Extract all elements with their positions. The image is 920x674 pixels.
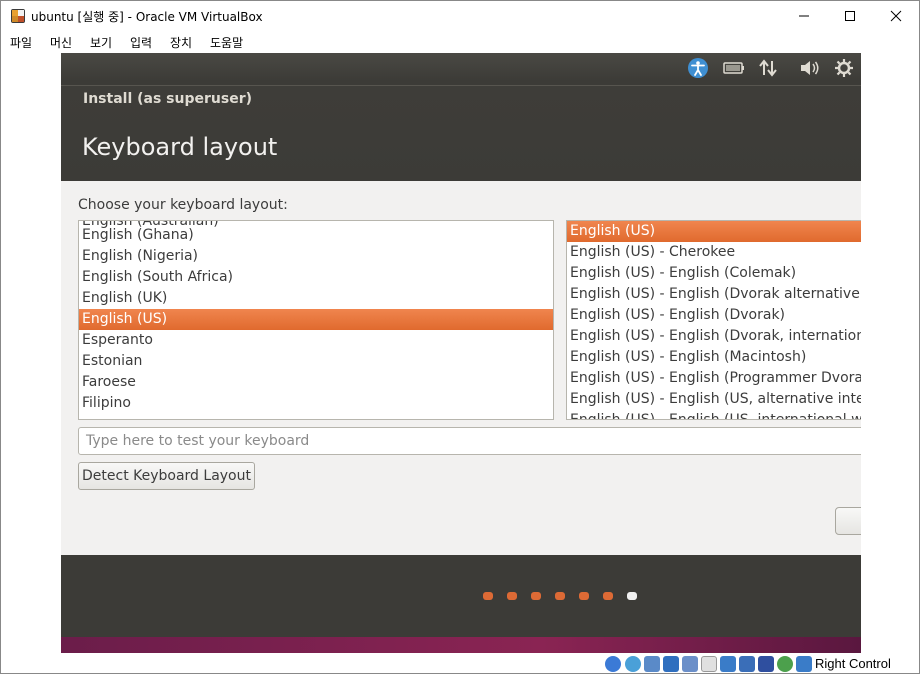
page-title: Keyboard layout (82, 133, 278, 161)
variant-item[interactable]: English (US) - English (Programmer Dvora… (567, 368, 861, 389)
installer-window: Install (as superuser) Keyboard layout C… (61, 85, 861, 653)
variant-item[interactable]: English (US) - Cherokee (567, 242, 861, 263)
menu-file[interactable]: 파일 (10, 34, 32, 51)
list-item[interactable]: Filipino (79, 393, 553, 414)
host-key-icon[interactable] (796, 656, 812, 672)
status-bar: Right Control (1, 653, 919, 673)
display-icon[interactable] (720, 656, 736, 672)
volume-icon[interactable] (799, 57, 821, 79)
menu-input[interactable]: 입력 (130, 34, 152, 51)
list-item[interactable]: Esperanto (79, 330, 553, 351)
installer-header: Install (as superuser) Keyboard layout (61, 85, 861, 181)
menu-view[interactable]: 보기 (90, 34, 112, 51)
list-item[interactable]: English (South Africa) (79, 267, 553, 288)
shared-folders-icon[interactable] (701, 656, 717, 672)
list-item[interactable]: English (Nigeria) (79, 246, 553, 267)
list-item[interactable]: English (Ghana) (79, 225, 553, 246)
progress-dot (507, 592, 517, 600)
variant-item[interactable]: English (US) - English (Dvorak) (567, 305, 861, 326)
progress-dot (603, 592, 613, 600)
variant-item[interactable]: English (US) - English (US, alternative … (567, 389, 861, 410)
progress-dot-current (627, 592, 637, 600)
network-adapter-icon[interactable] (663, 656, 679, 672)
progress-dot (531, 592, 541, 600)
minimize-icon (799, 15, 809, 17)
minimize-button[interactable] (781, 1, 827, 31)
variant-item-selected[interactable]: English (US) (567, 221, 861, 242)
gear-icon[interactable] (833, 57, 855, 79)
recording-icon[interactable] (739, 656, 755, 672)
optical-drive-icon[interactable] (625, 656, 641, 672)
progress-dot (483, 592, 493, 600)
close-button[interactable] (873, 1, 919, 31)
mouse-integration-icon[interactable] (777, 656, 793, 672)
ubuntu-top-panel (61, 53, 861, 81)
installer-content: Choose your keyboard layout: English (Au… (61, 181, 861, 555)
continue-button[interactable] (835, 507, 861, 535)
list-item-selected[interactable]: English (US) (79, 309, 553, 330)
menu-devices[interactable]: 장치 (170, 34, 192, 51)
variant-item[interactable]: English (US) - English (Dvorak alternati… (567, 284, 861, 305)
guest-screen[interactable]: Install (as superuser) Keyboard layout C… (61, 53, 861, 653)
menu-bar: 파일 머신 보기 입력 장치 도움말 (1, 31, 919, 53)
installer-title: Install (as superuser) (83, 91, 252, 107)
desktop-background (61, 637, 861, 653)
keyboard-test-input[interactable]: Type here to test your keyboard (78, 427, 861, 455)
progress-dot (579, 592, 589, 600)
variant-item[interactable]: English (US) - English (Colemak) (567, 263, 861, 284)
variant-item[interactable]: English (US) - English (Dvorak, internat… (567, 326, 861, 347)
detect-keyboard-layout-button[interactable]: Detect Keyboard Layout (78, 462, 255, 490)
virtualbox-app-icon (10, 8, 26, 24)
virtualbox-window: ubuntu [실행 중] - Oracle VM VirtualBox 파일 … (0, 0, 920, 674)
title-bar: ubuntu [실행 중] - Oracle VM VirtualBox (1, 1, 919, 31)
host-key-label: Right Control (815, 656, 891, 671)
list-item[interactable]: Faroese (79, 372, 553, 393)
menu-help[interactable]: 도움말 (210, 34, 243, 51)
maximize-button[interactable] (827, 1, 873, 31)
usb-icon[interactable] (682, 656, 698, 672)
progress-dot (555, 592, 565, 600)
variant-item[interactable]: English (US) - English (Macintosh) (567, 347, 861, 368)
hard-disk-icon[interactable] (605, 656, 621, 672)
network-icon[interactable] (757, 57, 779, 79)
list-item[interactable]: English (UK) (79, 288, 553, 309)
maximize-icon (845, 11, 855, 21)
battery-icon[interactable] (723, 57, 745, 79)
close-icon (890, 10, 902, 22)
keyboard-variant-list[interactable]: English (US) English (US) - Cherokee Eng… (566, 220, 861, 420)
choose-layout-label: Choose your keyboard layout: (78, 197, 288, 213)
audio-icon[interactable] (644, 656, 660, 672)
virtualization-icon[interactable] (758, 656, 774, 672)
accessibility-icon[interactable] (687, 57, 709, 79)
list-item[interactable]: Estonian (79, 351, 553, 372)
window-title: ubuntu [실행 중] - Oracle VM VirtualBox (31, 10, 263, 24)
keyboard-language-list[interactable]: English (Australian) English (Ghana) Eng… (78, 220, 554, 420)
menu-machine[interactable]: 머신 (50, 34, 72, 51)
variant-item-partial[interactable]: English (US) - English (US, internationa… (567, 410, 861, 419)
